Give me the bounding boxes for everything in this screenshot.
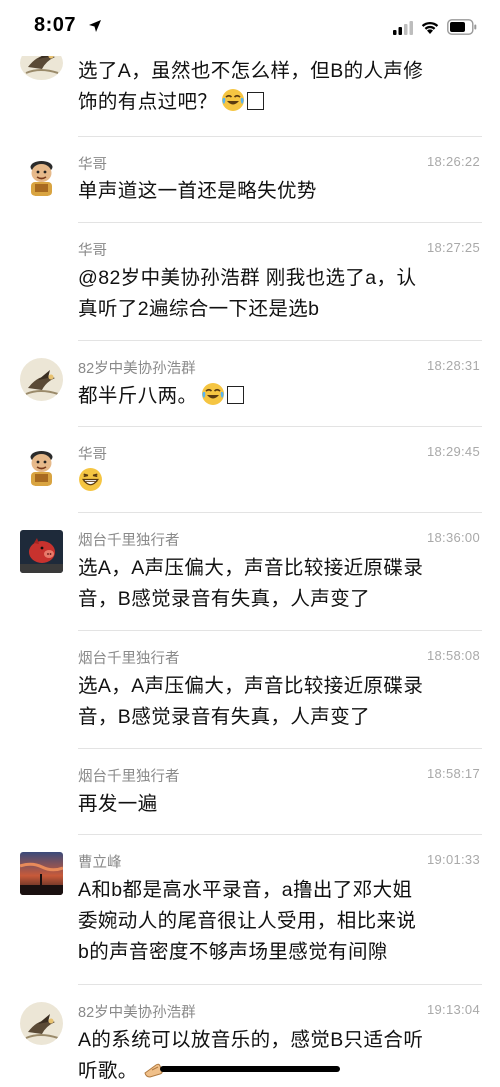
divider — [78, 512, 482, 513]
avatar[interactable] — [20, 444, 63, 487]
message-time: 18:58:08 — [426, 648, 480, 663]
divider — [78, 340, 482, 341]
box-glyph-icon — [247, 92, 265, 110]
divider — [78, 630, 482, 631]
sunset-avatar-icon — [20, 852, 63, 895]
message-time: 18:26:22 — [426, 154, 480, 169]
divider — [78, 136, 482, 137]
message-time: 19:13:04 — [426, 1002, 480, 1017]
sender-name[interactable]: 烟台千里独行者 — [78, 765, 180, 786]
divider — [78, 426, 482, 427]
message-text: 选了A，虽然也不怎么样，但B的人声修 饰的有点过吧？ — [78, 60, 424, 113]
sender-name[interactable]: 华哥 — [78, 153, 107, 174]
crying-laughing-emoji-icon — [202, 383, 225, 405]
cartoon-man-avatar-icon — [20, 154, 63, 197]
avatar[interactable] — [20, 530, 63, 573]
avatar[interactable] — [20, 154, 63, 197]
sender-name[interactable]: 曹立峰 — [78, 851, 122, 872]
message-time: 18:27:25 — [426, 240, 480, 255]
divider — [78, 984, 482, 985]
message-time: 18:28:31 — [426, 358, 480, 373]
message-text: 单声道这一首还是略失优势 — [78, 180, 317, 202]
sender-name[interactable]: 华哥 — [78, 443, 107, 464]
status-bar: 8:07 — [0, 0, 500, 56]
grinning-emoji-icon — [79, 468, 102, 491]
chat-message-list[interactable]: 选了A，虽然也不怎么样，但B的人声修 饰的有点过吧？ 华哥 18:26:22 单… — [0, 0, 500, 1082]
divider — [78, 222, 482, 223]
divider — [78, 748, 482, 749]
location-arrow-icon — [89, 20, 101, 32]
message-text: A和b都是高水平录音，a撸出了邓大姐 委婉动人的尾音很让人受用，相比来说 b的声… — [78, 879, 417, 963]
message-time: 18:36:00 — [426, 530, 480, 545]
message-time: 18:58:17 — [426, 766, 480, 781]
cellular-signal-icon — [393, 21, 413, 35]
status-time: 8:07 — [34, 14, 77, 36]
message-text: 再发一遍 — [78, 793, 158, 815]
sender-name[interactable]: 82岁中美协孙浩群 — [78, 357, 196, 378]
message-text: @82岁中美协孙浩群 刚我也选了a，认 真听了2遍综合一下还是选b — [78, 267, 417, 320]
sender-name[interactable]: 华哥 — [78, 239, 107, 260]
battery-icon — [447, 19, 477, 35]
avatar[interactable] — [20, 358, 63, 401]
bird-avatar-icon — [20, 358, 63, 401]
avatar[interactable] — [20, 1002, 63, 1045]
crying-laughing-emoji-icon — [222, 89, 245, 111]
message-text: 选A，A声压偏大，声音比较接近原碟录 音，B感觉录音有失真，人声变了 — [78, 675, 424, 728]
message-time: 19:01:33 — [426, 852, 480, 867]
pig-avatar-icon — [20, 530, 63, 573]
divider — [78, 834, 482, 835]
box-glyph-icon — [227, 386, 245, 404]
sender-name[interactable]: 82岁中美协孙浩群 — [78, 1001, 196, 1022]
sender-name[interactable]: 烟台千里独行者 — [78, 647, 180, 668]
wifi-icon — [421, 21, 439, 34]
message-text: 都半斤八两。 — [78, 381, 483, 412]
sender-name[interactable]: 烟台千里独行者 — [78, 529, 180, 550]
cartoon-man-avatar-icon — [20, 444, 63, 487]
message-text: 选A，A声压偏大，声音比较接近原碟录 音，B感觉录音有失真，人声变了 — [78, 557, 424, 610]
message-text: A的系统可以放音乐的，感觉B只适合听 听歌。 — [78, 1029, 424, 1082]
avatar[interactable] — [20, 852, 63, 895]
home-indicator[interactable] — [160, 1066, 340, 1072]
message-time: 18:29:45 — [426, 444, 480, 459]
message-text — [78, 467, 483, 498]
bird-avatar-icon — [20, 1002, 63, 1045]
